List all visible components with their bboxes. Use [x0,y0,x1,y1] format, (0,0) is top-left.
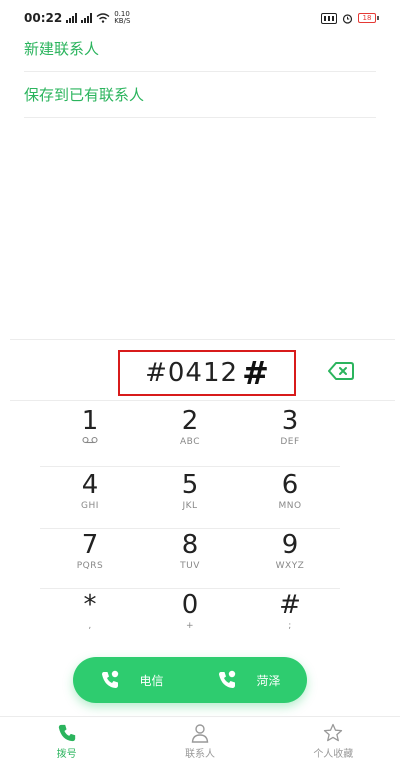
key-digit: 9 [281,530,299,560]
phone-icon [58,724,75,742]
key-letters: + [185,621,195,631]
save-to-existing-label: 保存到已有联系人 [24,86,145,104]
key-letters: DEF [280,437,300,447]
person-icon [191,724,209,743]
divider-top [10,400,395,401]
tab-dial-label: 拨号 [56,749,77,760]
key-letters: ; [288,621,292,631]
key-digit: 6 [281,470,299,500]
key-digit: 5 [181,470,199,500]
key-6[interactable]: 6 MNO [240,470,340,528]
dialed-number: #0412 [145,358,239,388]
key-digit: 3 [281,406,299,436]
key-digit: 4 [81,470,99,500]
call-sim1-label: 电信 [139,673,164,688]
key-digit: 2 [181,406,199,436]
battery-icon: 18 [358,13,379,23]
key-digit: # [279,590,301,620]
key-digit: 1 [81,406,99,436]
star-icon [324,723,343,742]
hd-icon [321,12,337,24]
key-digit: 7 [81,530,99,560]
bottom-nav: 拨号 联系人 个人收藏 [0,716,400,766]
call-sim2-label: 菏泽 [256,673,281,688]
net-speed-unit: KB/S [114,17,131,25]
signal-icon-2 [81,13,93,23]
key-letters: PQRS [76,561,104,571]
tab-favorites-label: 个人收藏 [313,749,354,760]
tab-dial[interactable]: 拨号 [0,717,133,766]
backspace-icon[interactable] [328,361,354,381]
tab-contacts[interactable]: 联系人 [133,717,266,766]
wifi-icon [96,13,110,23]
key-letters: WXYZ [275,561,305,571]
new-contact-button[interactable]: 新建联系人 [24,26,376,72]
key-digit: 0 [181,590,199,620]
key-0[interactable]: 0 + [140,590,240,648]
key-8[interactable]: 8 TUV [140,530,240,588]
key-9[interactable]: 9 WXYZ [240,530,340,588]
tab-contacts-label: 联系人 [184,749,215,760]
key-5[interactable]: 5 JKL [140,470,240,528]
phone-sim2-icon [219,670,236,688]
key-1[interactable]: 1 [40,406,140,464]
status-left: 00:22 0.10 KB/S [24,11,130,26]
tab-favorites[interactable]: 个人收藏 [267,717,400,766]
key-star[interactable]: * , [40,590,140,648]
dialed-hash: # [242,354,269,392]
status-right: 18 [321,12,379,24]
key-hash[interactable]: # ; [240,590,340,648]
key-letters: GHI [81,501,99,511]
net-speed: 0.10 KB/S [114,11,130,25]
key-digit: * [83,590,97,620]
key-letters: TUV [180,561,200,571]
key-3[interactable]: 3 DEF [240,406,340,464]
key-row-divider [40,588,340,589]
key-7[interactable]: 7 PQRS [40,530,140,588]
battery-level: 18 [362,14,372,22]
key-letters: JKL [182,501,198,511]
key-letters: , [88,621,92,631]
key-2[interactable]: 2 ABC [140,406,240,464]
voicemail-icon [82,436,98,444]
call-sim1-button[interactable]: 电信 [73,657,190,703]
signal-icon [66,13,78,23]
save-to-existing-contact-button[interactable]: 保存到已有联系人 [24,72,376,118]
key-row-divider [40,528,340,529]
number-display[interactable]: #0412 # [118,350,296,396]
alarm-icon [342,13,353,24]
call-button-bar: 电信 菏泽 [73,657,307,703]
call-sim2-button[interactable]: 菏泽 [190,657,307,703]
key-4[interactable]: 4 GHI [40,470,140,528]
status-time: 00:22 [24,11,63,25]
key-letters: MNO [278,501,302,511]
key-row-divider [40,466,340,467]
new-contact-label: 新建联系人 [24,40,100,58]
phone-sim1-icon [102,670,119,688]
key-letters: ABC [180,437,200,447]
key-digit: 8 [181,530,199,560]
